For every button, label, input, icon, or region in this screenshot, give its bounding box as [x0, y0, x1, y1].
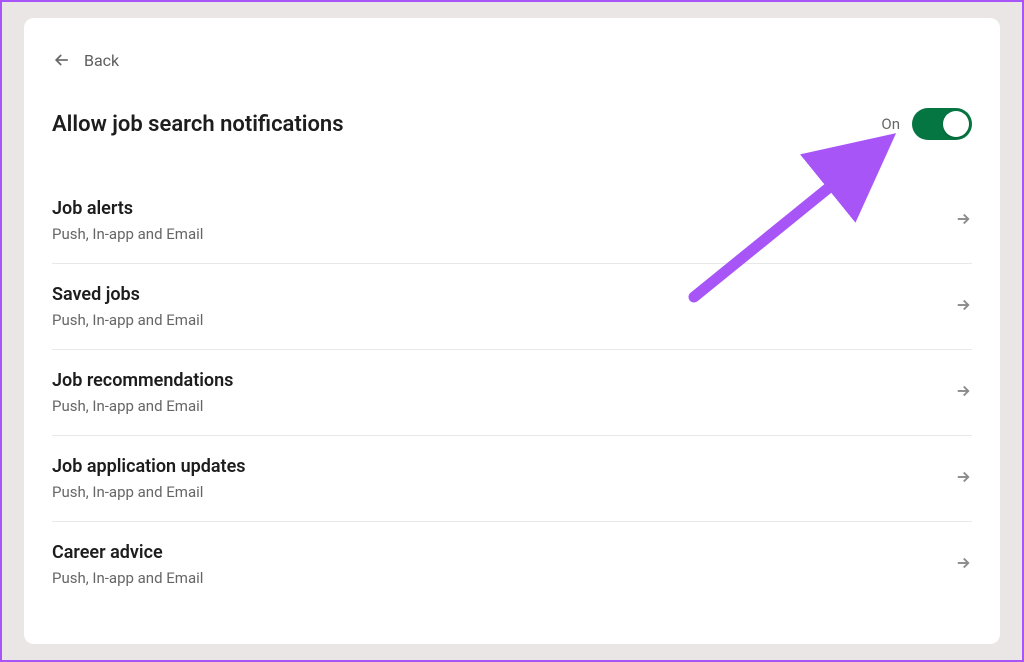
chevron-right-icon	[954, 382, 972, 404]
page-title: Allow job search notifications	[52, 112, 344, 137]
header-row: Allow job search notifications On	[52, 108, 972, 140]
setting-title: Saved jobs	[52, 284, 203, 305]
setting-text: Job recommendations Push, In-app and Ema…	[52, 370, 233, 415]
toggle-knob	[943, 111, 969, 137]
settings-card: Back Allow job search notifications On J…	[24, 18, 1000, 644]
chevron-right-icon	[954, 554, 972, 576]
setting-title: Career advice	[52, 542, 203, 563]
toggle-state-label: On	[881, 115, 900, 133]
setting-subtitle: Push, In-app and Email	[52, 225, 203, 243]
arrow-left-icon	[52, 50, 72, 70]
setting-text: Saved jobs Push, In-app and Email	[52, 284, 203, 329]
setting-title: Job recommendations	[52, 370, 233, 391]
setting-text: Job alerts Push, In-app and Email	[52, 198, 203, 243]
setting-subtitle: Push, In-app and Email	[52, 483, 246, 501]
back-button[interactable]: Back	[52, 50, 119, 70]
setting-subtitle: Push, In-app and Email	[52, 569, 203, 587]
setting-text: Job application updates Push, In-app and…	[52, 456, 246, 501]
setting-saved-jobs[interactable]: Saved jobs Push, In-app and Email	[52, 264, 972, 350]
setting-title: Job application updates	[52, 456, 246, 477]
setting-title: Job alerts	[52, 198, 203, 219]
chevron-right-icon	[954, 210, 972, 232]
setting-subtitle: Push, In-app and Email	[52, 311, 203, 329]
setting-job-recommendations[interactable]: Job recommendations Push, In-app and Ema…	[52, 350, 972, 436]
setting-job-alerts[interactable]: Job alerts Push, In-app and Email	[52, 178, 972, 264]
back-label: Back	[84, 51, 119, 70]
setting-career-advice[interactable]: Career advice Push, In-app and Email	[52, 522, 972, 607]
setting-job-application-updates[interactable]: Job application updates Push, In-app and…	[52, 436, 972, 522]
notifications-toggle[interactable]	[912, 108, 972, 140]
setting-subtitle: Push, In-app and Email	[52, 397, 233, 415]
setting-text: Career advice Push, In-app and Email	[52, 542, 203, 587]
chevron-right-icon	[954, 468, 972, 490]
toggle-wrap: On	[881, 108, 972, 140]
chevron-right-icon	[954, 296, 972, 318]
